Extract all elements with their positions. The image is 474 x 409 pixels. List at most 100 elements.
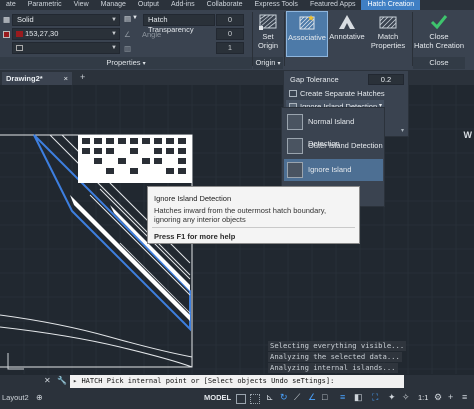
document-tab-label: Drawing2* <box>6 74 43 83</box>
outer-island-icon <box>287 138 303 154</box>
add-tab-icon[interactable]: + <box>80 72 85 82</box>
isodraft-icon[interactable]: ⟋ <box>294 392 300 403</box>
gap-tolerance-label: Gap Tolerance <box>290 75 339 84</box>
tab-manage[interactable]: Manage <box>95 0 132 10</box>
hatch-color-value: 153,27,30 <box>25 29 59 38</box>
tooltip-help: Press F1 for more help <box>154 232 236 241</box>
checkmark-icon <box>430 15 448 30</box>
chevron-down-icon: ▼ <box>132 15 138 21</box>
chevron-down-icon[interactable]: ▾ <box>401 127 404 134</box>
chevron-down-icon: ▾ <box>277 61 281 67</box>
object-snap-icon[interactable]: □ <box>322 392 327 402</box>
properties-panel-label: Properties <box>106 58 141 67</box>
snap-icon[interactable] <box>250 394 260 404</box>
origin-panel-title[interactable]: Origin ▾ <box>253 57 283 69</box>
grid-icon[interactable] <box>236 394 246 404</box>
gear-icon[interactable]: ⚙ <box>434 392 442 403</box>
tooltip-title: Ignore Island Detection <box>154 194 232 203</box>
command-history-line: Analyzing the selected data... <box>268 352 402 362</box>
panel-divider <box>284 12 285 66</box>
polar-tracking-icon[interactable]: ↻ <box>280 392 288 403</box>
gap-tolerance-value: 0.2 <box>380 75 392 84</box>
tab-annotate[interactable]: ate <box>0 0 22 10</box>
create-separate-hatches-label: Create Separate Hatches <box>300 89 385 98</box>
plus-icon[interactable]: + <box>448 392 453 402</box>
tab-hatch-creation[interactable]: Hatch Creation <box>361 0 421 10</box>
model-space-button[interactable]: MODEL <box>204 393 231 402</box>
annotative-button[interactable]: Annotative <box>329 11 365 57</box>
status-bar: Layout2 ⊕ MODEL ⊾ ↻ ⟋ ∠ □ ≡ ◧ ⛶ ✦ ✧ 1:1 … <box>0 389 474 409</box>
customize-icon[interactable]: ≡ <box>462 392 467 402</box>
annotation-scale-icon[interactable]: ✧ <box>402 392 410 403</box>
document-tab-drawing2[interactable]: Drawing2* × <box>2 72 72 85</box>
tab-parametric[interactable]: Parametric <box>22 0 68 10</box>
match-properties-label: Match Properties <box>370 32 406 50</box>
transparency-icon: ▤ <box>124 14 132 23</box>
background-color-combo[interactable]: ▼ <box>12 42 120 54</box>
angle-value-field[interactable]: 0 <box>216 28 244 40</box>
annotation-visibility-icon[interactable]: ✦ <box>388 392 396 403</box>
hatch-type-icon: ▦ <box>3 15 11 24</box>
hatch-pattern-value: Solid <box>17 15 34 24</box>
close-icon[interactable]: × <box>64 72 68 85</box>
normal-island-icon <box>287 114 303 130</box>
option-label: Outer Island Detection <box>308 141 383 150</box>
set-origin-icon <box>259 14 277 30</box>
color-swatch <box>3 31 10 38</box>
tab-featured-apps[interactable]: Featured Apps <box>304 0 362 10</box>
ignore-island-icon <box>287 162 303 178</box>
associative-label: Associative <box>288 33 326 42</box>
object-snap-tracking-icon[interactable]: ∠ <box>308 392 316 403</box>
normal-island-detection-option[interactable]: Normal Island Detection <box>284 111 383 148</box>
gap-tolerance-row: Gap Tolerance 0.2 <box>286 73 406 86</box>
viewcube-w-label[interactable]: W <box>464 130 473 140</box>
lineweight-icon[interactable]: ≡ <box>340 392 345 402</box>
gap-tolerance-field[interactable]: 0.2 <box>368 74 404 85</box>
tab-output[interactable]: Output <box>132 0 165 10</box>
layout-tab[interactable]: Layout2 <box>2 393 29 402</box>
command-prompt: HATCH Pick internal point or [Select obj… <box>81 377 335 385</box>
associative-icon <box>299 15 315 30</box>
tab-add-ins[interactable]: Add-ins <box>165 0 201 10</box>
match-properties-icon <box>379 16 397 29</box>
tab-collaborate[interactable]: Collaborate <box>201 0 249 10</box>
chevron-down-icon: ▼ <box>111 45 117 51</box>
no-color-icon <box>16 45 23 51</box>
close-hatch-creation-button[interactable]: Close Hatch Creation <box>414 11 464 57</box>
transparency-toggle-icon[interactable]: ◧ <box>354 392 363 403</box>
ortho-icon[interactable]: ⊾ <box>266 392 274 403</box>
scale-value-field[interactable]: 1 <box>216 42 244 54</box>
associative-button[interactable]: Associative <box>286 11 328 57</box>
set-origin-label: Set Origin <box>257 32 278 50</box>
outer-island-detection-option[interactable]: Outer Island Detection <box>284 135 383 157</box>
wrench-icon[interactable]: 🔧 <box>57 376 67 385</box>
annotation-scale-value[interactable]: 1:1 <box>418 393 428 402</box>
command-history-line: Analyzing internal islands... <box>268 363 398 373</box>
ribbon-tab-strip: ate Parametric View Manage Output Add-in… <box>0 0 474 10</box>
tooltip-divider <box>152 227 355 228</box>
angle-value: 0 <box>227 29 233 38</box>
match-properties-button[interactable]: Match Properties <box>368 11 408 57</box>
create-separate-hatches-button[interactable]: Create Separate Hatches <box>286 87 406 100</box>
tab-view[interactable]: View <box>68 0 95 10</box>
tab-express-tools[interactable]: Express Tools <box>248 0 303 10</box>
close-icon[interactable]: ✕ <box>44 376 51 385</box>
properties-panel-title[interactable]: Properties ▾ <box>0 57 252 69</box>
selection-cycling-icon[interactable]: ⛶ <box>372 392 378 403</box>
hatch-pattern-combo[interactable]: Solid ▼ <box>12 14 120 26</box>
close-panel-title: Close <box>413 57 465 69</box>
add-layout-icon[interactable]: ⊕ <box>36 393 43 402</box>
set-origin-button[interactable]: Set Origin <box>254 11 282 57</box>
command-input[interactable]: ▸ HATCH Pick internal point or [Select o… <box>70 375 404 388</box>
ribbon: ▦ Solid ▼ 153,27,30 ▼ ▼ ▤ ▼ Hatch Transp… <box>0 10 474 70</box>
separate-hatches-icon <box>289 90 297 97</box>
hatch-transparency-field[interactable]: Hatch Transparency <box>143 14 215 34</box>
close-panel-label: Close <box>429 58 449 67</box>
chevron-down-icon: ▼ <box>111 31 117 37</box>
chevron-down-icon: ▼ <box>111 17 117 23</box>
angle-icon: ∠ <box>124 30 131 39</box>
hatch-color-combo[interactable]: 153,27,30 ▼ <box>12 28 120 40</box>
transparency-value-field[interactable]: 0 <box>216 14 244 26</box>
ignore-island-detection-option[interactable]: Ignore Island Detection <box>284 159 383 196</box>
autocad-window: { "menu_tabs": [ {"label": "ate"}, {"lab… <box>0 0 474 409</box>
